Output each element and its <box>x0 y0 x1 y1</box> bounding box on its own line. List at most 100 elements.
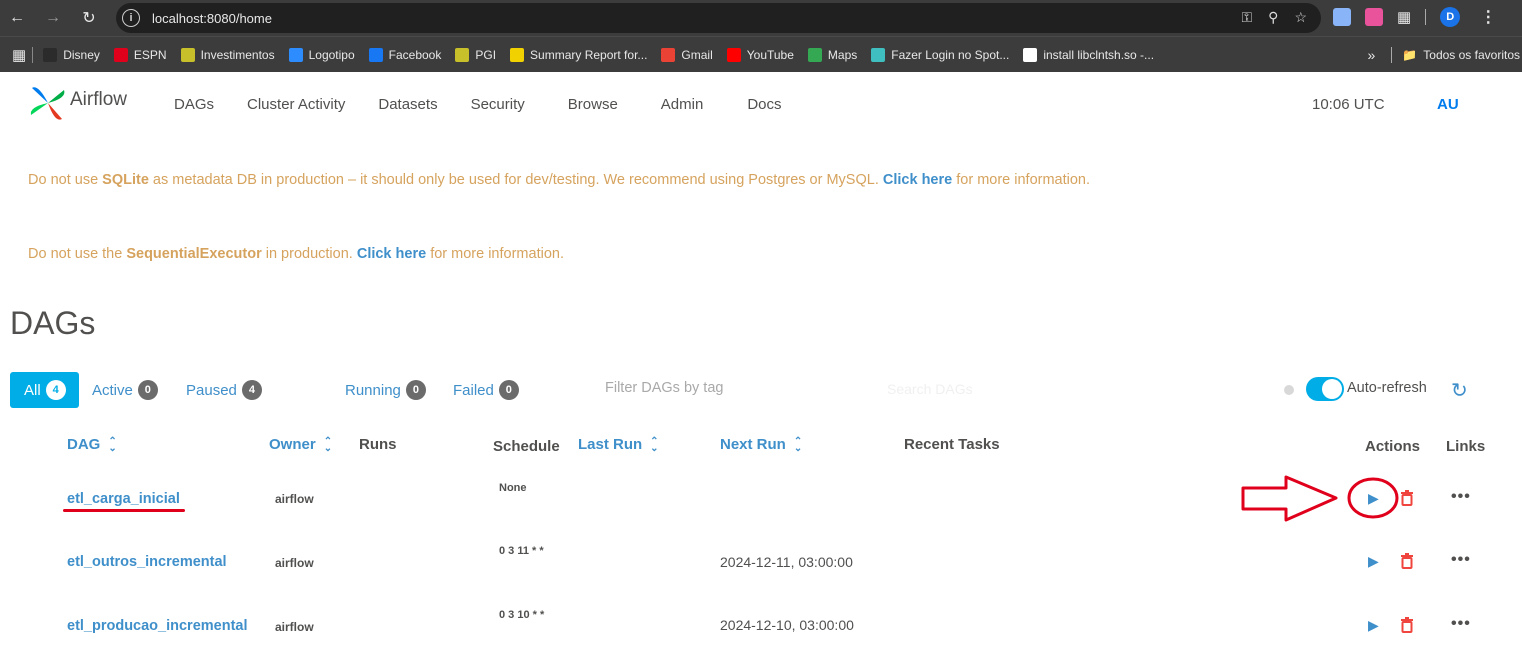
server-time[interactable]: 10:06 UTC <box>1312 96 1385 113</box>
filter-running-count: 0 <box>405 380 426 400</box>
dag-id-link[interactable]: etl_outros_incremental <box>67 554 227 570</box>
extensions-puzzle-icon[interactable]: ▦ <box>1397 8 1411 26</box>
zoom-icon[interactable]: ⚲ <box>1268 9 1278 26</box>
sort-icon[interactable]: ⌃ ⌄ <box>324 436 332 453</box>
filter-failed-button[interactable]: Failed 0 <box>453 372 519 408</box>
alert-text: for more information. <box>952 172 1091 188</box>
bookmark-item[interactable]: Fazer Login no Spot... <box>871 47 1010 62</box>
user-menu[interactable]: AU <box>1437 96 1459 113</box>
alert-bold-text: SQLite <box>102 172 149 188</box>
nav-dags[interactable]: DAGs <box>174 96 214 113</box>
apps-grid-icon[interactable]: ▦ <box>12 46 26 64</box>
filter-all-button[interactable]: All 4 <box>10 372 79 408</box>
bookmark-item[interactable]: Disney <box>43 47 100 62</box>
dag-owner[interactable]: airflow <box>275 556 314 570</box>
col-header-owner[interactable]: Owner ⌃ ⌄ <box>269 436 332 453</box>
col-header-schedule-label: Schedule <box>493 438 560 455</box>
address-bar[interactable]: i localhost:8080/home ⚿ ⚲ ☆ <box>116 3 1321 33</box>
nav-datasets[interactable]: Datasets <box>378 96 437 113</box>
col-header-next-run[interactable]: Next Run ⌃ ⌄ <box>720 436 802 453</box>
bookmark-item[interactable]: Summary Report for... <box>510 47 648 62</box>
back-button[interactable]: ← <box>2 3 32 33</box>
col-header-links-label: Links <box>1446 438 1486 455</box>
bookmark-item[interactable]: PGI <box>455 47 497 62</box>
bookmark-star-icon[interactable]: ☆ <box>1294 9 1307 26</box>
bookmark-label: Logotipo <box>308 47 355 62</box>
col-header-last-run[interactable]: Last Run ⌃ ⌄ <box>578 436 659 453</box>
filter-running-button[interactable]: Running 0 <box>345 372 426 408</box>
sqlite-click-here-link[interactable]: Click here <box>883 172 952 188</box>
bookmark-item[interactable]: Gmail <box>661 47 713 62</box>
sort-icon[interactable]: ⌃ ⌄ <box>794 436 802 453</box>
more-bookmarks-chevron-icon[interactable]: » <box>1368 47 1376 63</box>
col-header-owner-label: Owner <box>269 436 316 453</box>
dag-id-link[interactable]: etl_carga_inicial <box>67 491 180 507</box>
bookmark-item[interactable]: Facebook <box>368 47 441 62</box>
delete-dag-icon[interactable] <box>1400 617 1414 633</box>
dag-owner[interactable]: airflow <box>275 620 314 634</box>
translate-extension-icon[interactable] <box>1333 8 1351 26</box>
color-extension-icon[interactable] <box>1365 8 1383 26</box>
password-key-icon[interactable]: ⚿ <box>1242 9 1253 26</box>
forward-button[interactable]: → <box>38 3 68 33</box>
site-info-icon[interactable]: i <box>122 9 140 27</box>
profile-avatar[interactable]: D <box>1440 7 1461 27</box>
dag-owner[interactable]: airflow <box>275 492 314 506</box>
filter-active-button[interactable]: Active 0 <box>92 372 158 408</box>
nav-security[interactable]: Security <box>471 96 525 113</box>
nav-docs[interactable]: Docs <box>747 96 781 113</box>
loading-indicator <box>1284 385 1294 395</box>
nav-cluster-activity[interactable]: Cluster Activity <box>247 96 345 113</box>
bookmark-favicon-icon <box>113 47 128 62</box>
filter-paused-label: Paused <box>186 381 237 399</box>
annotation-underline <box>63 509 185 512</box>
bookmarks-divider <box>1391 47 1393 63</box>
bookmark-label: Fazer Login no Spot... <box>891 47 1010 62</box>
delete-dag-icon[interactable] <box>1400 553 1414 569</box>
links-menu-icon[interactable]: ••• <box>1451 551 1471 569</box>
auto-refresh-toggle[interactable] <box>1306 377 1344 401</box>
bookmark-item[interactable]: YouTube <box>726 47 794 62</box>
bookmark-item[interactable]: ESPN <box>113 47 167 62</box>
sort-icon[interactable]: ⌃ ⌄ <box>650 436 658 453</box>
nav-browse[interactable]: Browse <box>568 96 618 113</box>
alert-bold-text: SequentialExecutor <box>126 246 262 262</box>
dag-id-link[interactable]: etl_producao_incremental <box>67 618 248 634</box>
trigger-dag-icon[interactable]: ▶ <box>1368 617 1379 634</box>
bookmark-label: install libclntsh.so -... <box>1043 47 1155 62</box>
filter-active-label: Active <box>92 381 133 399</box>
filter-all-count: 4 <box>45 380 66 400</box>
bookmark-label: PGI <box>475 47 497 62</box>
col-header-runs: Runs <box>359 436 397 453</box>
bookmark-label: Summary Report for... <box>530 47 648 62</box>
folder-icon: 📁 <box>1402 48 1418 62</box>
bookmark-label: Investimentos <box>200 47 275 62</box>
refresh-icon[interactable]: ↻ <box>1451 378 1468 403</box>
all-bookmarks-link[interactable]: Todos os favoritos <box>1423 48 1520 62</box>
col-header-schedule: Schedule <box>493 438 560 455</box>
dag-schedule: None <box>499 482 527 494</box>
trigger-dag-icon[interactable]: ▶ <box>1368 553 1379 570</box>
col-header-links: Links <box>1446 438 1485 455</box>
bookmark-item[interactable]: Investimentos <box>180 47 275 62</box>
dag-filter-bar: All 4 Active 0 Paused 4 Running 0 Failed… <box>10 372 1510 408</box>
tag-filter-input[interactable]: Filter DAGs by tag <box>605 380 723 396</box>
executor-click-here-link[interactable]: Click here <box>357 246 426 262</box>
sort-icon[interactable]: ⌃ ⌄ <box>108 436 116 453</box>
bookmark-favicon-icon <box>661 47 676 62</box>
links-menu-icon[interactable]: ••• <box>1451 488 1471 506</box>
bookmark-item[interactable]: Maps <box>807 47 857 62</box>
links-menu-icon[interactable]: ••• <box>1451 615 1471 633</box>
bookmark-item[interactable]: install libclntsh.so -... <box>1023 47 1155 62</box>
reload-button[interactable]: ↻ <box>74 3 104 33</box>
dag-search-input[interactable]: Search DAGs <box>887 381 973 397</box>
airflow-logo[interactable]: Airflow <box>28 82 127 124</box>
bookmark-item[interactable]: Logotipo <box>288 47 355 62</box>
filter-paused-button[interactable]: Paused 4 <box>186 372 262 408</box>
nav-admin[interactable]: Admin <box>661 96 704 113</box>
col-header-runs-label: Runs <box>359 436 397 453</box>
address-url[interactable]: localhost:8080/home <box>152 11 272 26</box>
col-header-dag[interactable]: DAG ⌃ ⌄ <box>67 436 117 453</box>
alert-text: Do not use the <box>28 246 127 262</box>
browser-menu-icon[interactable]: ⋮ <box>1480 7 1496 27</box>
